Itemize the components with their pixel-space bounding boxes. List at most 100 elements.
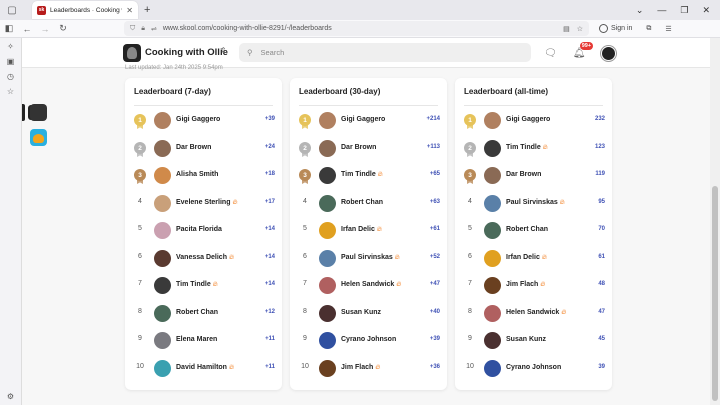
leaderboard-row[interactable]: 8 Robert Chan +12 [125, 304, 282, 324]
member-name[interactable]: Jim Flach [506, 281, 538, 288]
member-name[interactable]: Tim Tindle [341, 171, 376, 178]
member-avatar[interactable] [154, 167, 171, 184]
member-name[interactable]: Vanessa Delich [176, 254, 227, 261]
bookmark-star-icon[interactable]: ☆ [577, 25, 583, 33]
leaderboard-row[interactable]: 5 Pacita Florida +14 [125, 221, 282, 241]
chat-icon[interactable]: 🗨︎ [544, 48, 557, 59]
member-name[interactable]: Cyrano Johnson [506, 364, 561, 371]
member-name-wrap[interactable]: Dar Brown [341, 144, 376, 151]
member-name-wrap[interactable]: Helen Sandwick 🔥︎ [506, 309, 566, 317]
leaderboard-row[interactable]: 10 Jim Flach 🔥︎ +36 [290, 359, 447, 379]
member-name-wrap[interactable]: Cyrano Johnson [506, 364, 561, 371]
leaderboard-row[interactable]: 4 Robert Chan +63 [290, 194, 447, 214]
member-name-wrap[interactable]: Robert Chan [341, 199, 383, 206]
address-bar[interactable]: ⛉ 🔒︎ ⇌ www.skool.com/cooking-with-ollie-… [124, 21, 589, 36]
member-name[interactable]: Robert Chan [176, 309, 218, 316]
member-name[interactable]: Gigi Gaggero [506, 116, 550, 123]
member-name[interactable]: Dar Brown [176, 144, 211, 151]
member-avatar[interactable] [154, 112, 171, 129]
community-switcher-ollie[interactable] [30, 104, 47, 121]
member-avatar[interactable] [154, 360, 171, 377]
sidebar-toggle-icon[interactable]: ◧ [0, 20, 18, 38]
community-switcher-other[interactable] [30, 129, 47, 146]
chevron-down-icon[interactable]: ⌄ [636, 5, 644, 16]
forward-icon[interactable]: → [36, 20, 54, 38]
member-name[interactable]: Helen Sandwick [506, 309, 559, 316]
member-avatar[interactable] [154, 277, 171, 294]
leaderboard-row[interactable]: 4 Evelene Sterling 🔥︎ +17 [125, 194, 282, 214]
member-avatar[interactable] [154, 305, 171, 322]
ai-sparkle-icon[interactable]: ✧ [7, 42, 14, 51]
member-avatar[interactable] [484, 195, 501, 212]
member-name[interactable]: Irfan Delic [506, 254, 540, 261]
gear-icon[interactable]: ⚙ [7, 392, 14, 401]
member-avatar[interactable] [154, 222, 171, 239]
member-name-wrap[interactable]: Tim Tindle 🔥︎ [176, 281, 218, 289]
member-name[interactable]: Paul Sirvinskas [506, 199, 558, 206]
member-avatar[interactable] [484, 167, 501, 184]
page-scrollbar[interactable] [710, 38, 720, 405]
close-tab-icon[interactable]: ✕ [126, 6, 133, 15]
member-name[interactable]: Jim Flach [341, 364, 373, 371]
leaderboard-row[interactable]: 9 Elena Maren +11 [125, 331, 282, 351]
scrollbar-thumb[interactable] [712, 186, 718, 401]
leaderboard-row[interactable]: 9 Susan Kunz 45 [455, 331, 612, 351]
member-avatar[interactable] [319, 360, 336, 377]
member-avatar[interactable] [154, 332, 171, 349]
member-name-wrap[interactable]: Pacita Florida [176, 226, 222, 233]
back-icon[interactable]: ← [18, 20, 36, 38]
leaderboard-row[interactable]: 5 Robert Chan 70 [455, 221, 612, 241]
community-switch-chevron-icon[interactable]: ⇕ [220, 46, 227, 55]
member-name-wrap[interactable]: Tim Tindle 🔥︎ [506, 144, 548, 152]
member-avatar[interactable] [484, 332, 501, 349]
member-name[interactable]: Gigi Gaggero [341, 116, 385, 123]
extensions-icon[interactable]: ⧉ [646, 25, 651, 33]
member-name-wrap[interactable]: Paul Sirvinskas 🔥︎ [341, 254, 400, 262]
member-name-wrap[interactable]: Vanessa Delich 🔥︎ [176, 254, 234, 262]
member-avatar[interactable] [319, 332, 336, 349]
member-avatar[interactable] [154, 140, 171, 157]
member-avatar[interactable] [484, 277, 501, 294]
leaderboard-row[interactable]: 8 Susan Kunz +40 [290, 304, 447, 324]
synced-tabs-icon[interactable]: ▣ [7, 57, 15, 66]
menu-icon[interactable]: ☰ [665, 25, 671, 33]
member-name-wrap[interactable]: Helen Sandwick 🔥︎ [341, 281, 401, 289]
tab-overview-icon[interactable]: ▢ [4, 2, 20, 18]
restore-icon[interactable]: ❐ [680, 5, 688, 16]
leaderboard-row[interactable]: 1 Gigi Gaggero +214 [290, 111, 447, 131]
leaderboard-row[interactable]: 7 Tim Tindle 🔥︎ +14 [125, 276, 282, 296]
leaderboard-row[interactable]: 2 Dar Brown +24 [125, 139, 282, 159]
member-avatar[interactable] [484, 250, 501, 267]
member-name[interactable]: Alisha Smith [176, 171, 218, 178]
leaderboard-row[interactable]: 6 Paul Sirvinskas 🔥︎ +52 [290, 249, 447, 269]
member-name[interactable]: Helen Sandwick [341, 281, 394, 288]
user-avatar[interactable] [601, 46, 617, 61]
leaderboard-row[interactable]: 7 Jim Flach 🔥︎ 48 [455, 276, 612, 296]
member-name-wrap[interactable]: Cyrano Johnson [341, 336, 396, 343]
member-name-wrap[interactable]: Robert Chan [506, 226, 548, 233]
community-name[interactable]: Cooking with Ollie [145, 47, 228, 58]
bookmarks-icon[interactable]: ☆ [7, 87, 14, 96]
member-name-wrap[interactable]: David Hamilton 🔥︎ [176, 364, 234, 372]
member-name[interactable]: Elena Maren [176, 336, 217, 343]
member-name[interactable]: Pacita Florida [176, 226, 222, 233]
leaderboard-row[interactable]: 5 Irfan Delic 🔥︎ +61 [290, 221, 447, 241]
leaderboard-row[interactable]: 6 Irfan Delic 🔥︎ 61 [455, 249, 612, 269]
member-avatar[interactable] [154, 250, 171, 267]
community-logo[interactable] [123, 44, 141, 62]
leaderboard-row[interactable]: 1 Gigi Gaggero +39 [125, 111, 282, 131]
leaderboard-row[interactable]: 10 Cyrano Johnson 39 [455, 359, 612, 379]
member-name[interactable]: Dar Brown [341, 144, 376, 151]
member-name-wrap[interactable]: Tim Tindle 🔥︎ [341, 171, 383, 179]
member-name-wrap[interactable]: Gigi Gaggero [341, 116, 385, 123]
member-avatar[interactable] [319, 305, 336, 322]
leaderboard-row[interactable]: 9 Cyrano Johnson +39 [290, 331, 447, 351]
member-name-wrap[interactable]: Jim Flach 🔥︎ [506, 281, 545, 289]
member-avatar[interactable] [319, 112, 336, 129]
history-icon[interactable]: ◷ [7, 72, 14, 81]
member-avatar[interactable] [319, 195, 336, 212]
member-name-wrap[interactable]: Elena Maren [176, 336, 217, 343]
member-name[interactable]: Susan Kunz [506, 336, 546, 343]
member-name-wrap[interactable]: Alisha Smith [176, 171, 218, 178]
member-avatar[interactable] [319, 277, 336, 294]
